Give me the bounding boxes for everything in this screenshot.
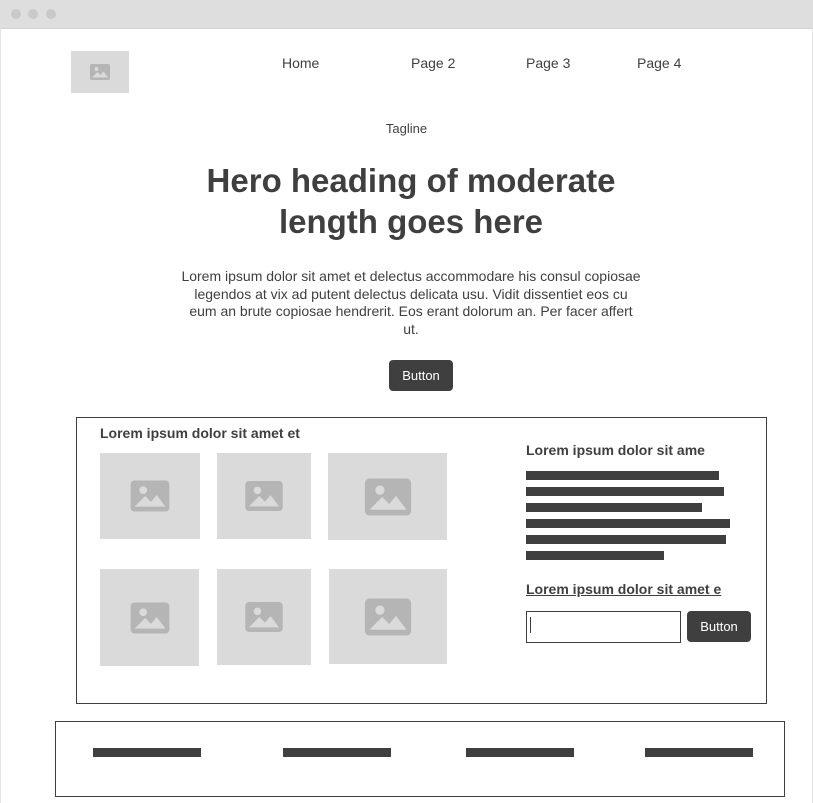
image-placeholder-icon bbox=[245, 481, 283, 511]
browser-title-bar bbox=[0, 0, 813, 29]
text-line-placeholder bbox=[526, 519, 730, 528]
nav-link-page-2[interactable]: Page 2 bbox=[411, 55, 455, 71]
gallery-title: Lorem ipsum dolor sit amet et bbox=[100, 425, 300, 441]
gallery-image[interactable] bbox=[328, 453, 447, 540]
logo[interactable] bbox=[71, 51, 129, 93]
hero-heading: Hero heading of moderate length goes her… bbox=[206, 162, 616, 240]
side-title: Lorem ipsum dolor sit ame bbox=[526, 442, 705, 458]
text-input[interactable] bbox=[526, 611, 681, 643]
image-placeholder-icon bbox=[245, 602, 283, 632]
text-line-placeholder bbox=[526, 535, 726, 544]
text-cursor bbox=[530, 617, 531, 633]
footer bbox=[55, 721, 785, 797]
window-frame-left bbox=[0, 28, 1, 803]
tagline: Tagline bbox=[385, 121, 428, 136]
image-placeholder-icon bbox=[364, 478, 411, 515]
footer-link-placeholder[interactable] bbox=[466, 748, 574, 757]
gallery-image[interactable] bbox=[329, 569, 447, 664]
image-placeholder-icon bbox=[130, 480, 170, 512]
gallery-image[interactable] bbox=[100, 453, 200, 539]
submit-button[interactable]: Button bbox=[687, 611, 751, 642]
window-maximize-dot[interactable] bbox=[46, 9, 56, 19]
text-line-placeholder bbox=[526, 551, 664, 560]
footer-link-placeholder[interactable] bbox=[93, 748, 201, 757]
text-line-placeholder bbox=[526, 503, 702, 512]
gallery-image[interactable] bbox=[100, 569, 199, 666]
window-minimize-dot[interactable] bbox=[28, 9, 38, 19]
text-line-placeholder bbox=[526, 471, 719, 480]
window-close-dot[interactable] bbox=[11, 9, 21, 19]
gallery-image[interactable] bbox=[217, 453, 311, 539]
image-placeholder-icon bbox=[364, 598, 412, 635]
footer-link-placeholder[interactable] bbox=[283, 748, 391, 757]
nav-link-home[interactable]: Home bbox=[282, 55, 319, 71]
footer-link-placeholder[interactable] bbox=[645, 748, 753, 757]
content-link[interactable]: Lorem ipsum dolor sit amet e bbox=[526, 581, 721, 597]
text-line-placeholder bbox=[526, 487, 724, 496]
hero-body-text: Lorem ipsum dolor sit amet et delectus a… bbox=[181, 268, 641, 337]
nav-link-page-3[interactable]: Page 3 bbox=[526, 55, 570, 71]
image-placeholder-icon bbox=[90, 64, 110, 80]
hero-button[interactable]: Button bbox=[389, 360, 453, 391]
nav-link-page-4[interactable]: Page 4 bbox=[637, 55, 681, 71]
image-placeholder-icon bbox=[130, 602, 169, 633]
gallery-image[interactable] bbox=[217, 569, 311, 665]
